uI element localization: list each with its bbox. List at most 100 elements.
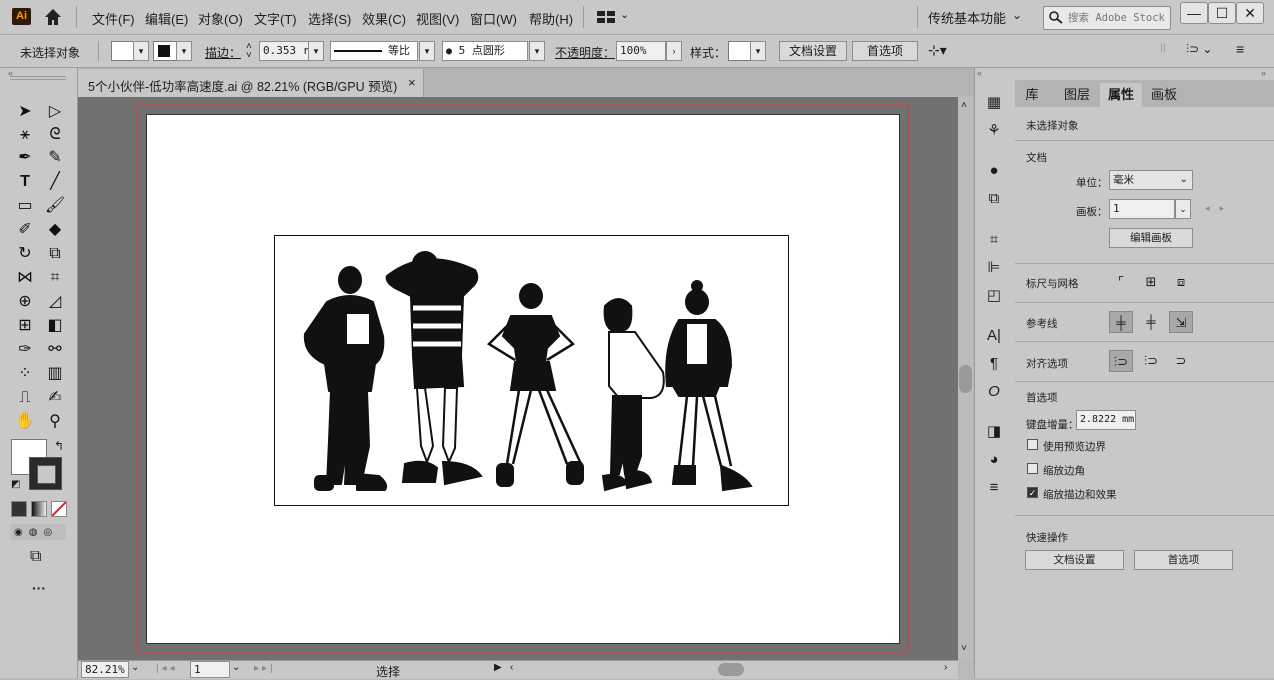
chevron-down-icon[interactable]: ⌄ <box>1175 199 1191 219</box>
scale-tool-icon[interactable]: ⧉ <box>44 244 66 264</box>
shape-builder-icon[interactable]: ⊕ <box>14 292 36 312</box>
selection-tool-icon[interactable]: ➤ <box>14 102 36 122</box>
slice-tool-icon[interactable]: ✍ <box>44 388 66 408</box>
stroke-weight-field[interactable]: 0.353 r <box>259 41 309 61</box>
scale-strokes-checkbox[interactable]: ✓ <box>1027 487 1038 498</box>
stock-search-input[interactable]: 搜索 Adobe Stock <box>1043 6 1171 30</box>
maximize-button[interactable]: ☐ <box>1208 2 1236 24</box>
scroll-down-icon[interactable]: ˅ <box>961 643 967 654</box>
draw-modes[interactable]: ◉◍◎ <box>11 524 66 540</box>
arrange-documents-icon[interactable] <box>597 11 615 23</box>
next-last-artboard-icon[interactable]: ▸▸| <box>254 663 276 674</box>
chevron-down-icon[interactable]: ⌄ <box>131 662 139 673</box>
tab-libraries[interactable]: 库 <box>1015 83 1049 107</box>
vertical-scroll-thumb[interactable] <box>959 365 972 393</box>
align-to-artboard-icon[interactable]: ⊃ <box>1169 350 1193 372</box>
preferences-button[interactable]: 首选项 <box>852 41 918 61</box>
rotate-tool-icon[interactable]: ↻ <box>14 244 36 264</box>
align-to-key-object-icon[interactable]: ⫶⊃ <box>1139 350 1163 372</box>
symbol-sprayer-icon[interactable]: ⁘ <box>14 364 36 384</box>
paragraph-icon[interactable]: ¶ <box>983 354 1005 374</box>
magic-wand-icon[interactable]: ⚹ <box>14 125 36 145</box>
stepper-icon[interactable]: ˄ ˅ <box>246 42 252 61</box>
menu-edit[interactable]: 编辑(E) <box>145 9 188 28</box>
first-prev-artboard-icon[interactable]: |◂◂ <box>156 663 178 674</box>
stroke-color-swatch[interactable] <box>29 457 62 490</box>
lock-guides-icon[interactable]: ╪ <box>1139 311 1163 333</box>
opentype-icon[interactable]: O <box>983 382 1005 402</box>
eyedropper-icon[interactable]: ✑ <box>14 340 36 360</box>
perspective-grid-icon[interactable]: ◿ <box>44 292 66 312</box>
transparency-grid-icon[interactable]: ⧈ <box>1169 271 1193 293</box>
chevron-right-icon[interactable]: › <box>666 41 682 61</box>
curvature-tool-icon[interactable]: ✎ <box>44 148 66 168</box>
collapse-icon[interactable]: « <box>977 68 982 78</box>
smart-guides-icon[interactable]: ⇲ <box>1169 311 1193 333</box>
scroll-right-icon[interactable]: › <box>944 662 947 673</box>
more-tools-icon[interactable]: ··· <box>32 580 46 596</box>
pen-tool-icon[interactable]: ✒ <box>14 148 36 168</box>
grid-arrange-icon[interactable]: ⁞⁞ <box>1160 43 1166 55</box>
chevron-down-icon[interactable]: ▾ <box>133 41 149 61</box>
zoom-level-field[interactable]: 82.21% <box>81 661 129 678</box>
menu-type[interactable]: 文字(T) <box>254 9 297 28</box>
stroke-swatch[interactable] <box>153 41 177 61</box>
document-setup-button[interactable]: 文档设置 <box>779 41 847 61</box>
chevron-down-icon[interactable]: ▾ <box>419 41 435 61</box>
chevron-down-icon[interactable]: ▾ <box>308 41 324 61</box>
color-guide-icon[interactable]: ● <box>983 161 1005 181</box>
ruler-icon[interactable]: ⌜ <box>1109 271 1133 293</box>
stroke-label[interactable]: 描边： <box>205 44 241 61</box>
panel-menu-icon[interactable]: ≡ <box>1236 41 1244 57</box>
gradient-mode-icon[interactable] <box>31 501 47 517</box>
blend-tool-icon[interactable]: ⚯ <box>44 340 66 360</box>
default-colors-icon[interactable]: ◩ <box>11 479 20 490</box>
type-tool-icon[interactable]: T <box>14 172 36 192</box>
lasso-icon[interactable]: ᘓ <box>44 125 66 145</box>
edit-artboard-button[interactable]: 编辑画板 <box>1109 228 1193 248</box>
direct-selection-tool-icon[interactable]: ▷ <box>44 102 66 122</box>
shaper-tool-icon[interactable]: ✐ <box>14 220 36 240</box>
rectangle-tool-icon[interactable]: ▭ <box>14 196 36 216</box>
character-icon[interactable]: A| <box>983 326 1005 346</box>
scroll-up-icon[interactable]: ˄ <box>961 100 967 111</box>
zoom-tool-icon[interactable]: ⚲ <box>44 412 66 432</box>
quick-preferences-button[interactable]: 首选项 <box>1134 550 1233 570</box>
chevron-down-icon[interactable]: ▾ <box>176 41 192 61</box>
document-tab[interactable]: 5个小伙伴-低功率高速度.ai @ 82.21% (RGB/GPU 预览) × <box>78 69 424 97</box>
menu-view[interactable]: 视图(V) <box>416 9 459 28</box>
minimize-button[interactable]: — <box>1180 2 1208 24</box>
brush-dropdown[interactable]: ● 5 点圆形 <box>442 41 528 61</box>
width-tool-icon[interactable]: ⋈ <box>14 268 36 288</box>
stroke-profile-dropdown[interactable]: 等比 <box>330 41 418 61</box>
transform-panel-icon[interactable]: ⧉ <box>983 189 1005 209</box>
color-mode-icon[interactable] <box>11 501 27 517</box>
menu-help[interactable]: 帮助(H) <box>529 9 573 28</box>
grid-icon[interactable]: ⊞ <box>1139 271 1163 293</box>
chevron-down-icon[interactable]: ▾ <box>529 41 545 61</box>
units-dropdown[interactable]: 毫米 ⌄ <box>1109 170 1193 190</box>
align-to-selection-icon[interactable]: ⫶⊃ <box>1109 350 1133 372</box>
menu-object[interactable]: 对象(O) <box>198 9 243 28</box>
opacity-label[interactable]: 不透明度： <box>555 44 615 61</box>
scroll-left-icon[interactable]: ‹ <box>510 662 513 673</box>
use-preview-bounds-checkbox[interactable] <box>1027 439 1038 450</box>
align-panel-icon[interactable]: ⊫ <box>983 258 1005 278</box>
workspace-switcher[interactable]: 传统基本功能 <box>928 8 1006 27</box>
free-transform-icon[interactable]: ⌗ <box>44 268 66 288</box>
gradient-tool-icon[interactable]: ◧ <box>44 316 66 336</box>
scale-corners-checkbox[interactable] <box>1027 463 1038 474</box>
pathfinder-icon[interactable]: ◰ <box>983 286 1005 306</box>
gradient-panel-icon[interactable]: ◨ <box>983 422 1005 442</box>
illustration-frame[interactable] <box>274 235 789 506</box>
quick-document-setup-button[interactable]: 文档设置 <box>1025 550 1124 570</box>
artboard-tool-icon[interactable]: ⎍ <box>14 388 36 408</box>
mesh-tool-icon[interactable]: ⊞ <box>14 316 36 336</box>
none-mode-icon[interactable] <box>51 501 67 517</box>
fill-swatch[interactable] <box>111 41 135 61</box>
guides-toggle-icon[interactable]: ╪ <box>1109 311 1133 333</box>
menu-effect[interactable]: 效果(C) <box>362 9 406 28</box>
paintbrush-icon[interactable]: 🖌 <box>44 196 66 216</box>
home-icon[interactable] <box>44 8 62 26</box>
tab-properties[interactable]: 属性 <box>1100 83 1142 107</box>
